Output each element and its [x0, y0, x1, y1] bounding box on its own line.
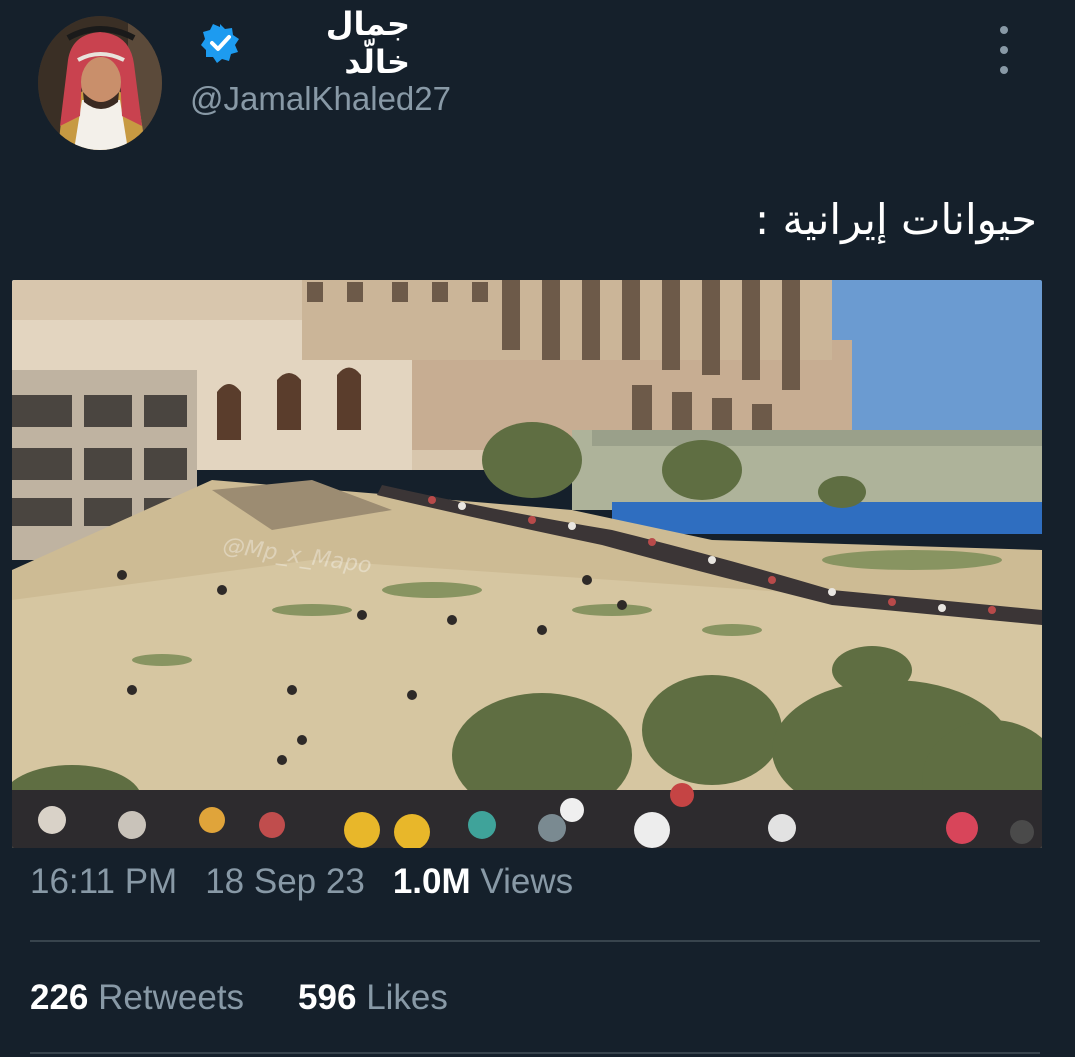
tweet-text: حيوانات إيرانية :	[755, 195, 1037, 244]
divider	[30, 1052, 1040, 1054]
more-dot	[1000, 66, 1008, 74]
more-dot	[1000, 46, 1008, 54]
tweet-date: 18 Sep 23	[205, 862, 365, 901]
verified-badge-icon	[200, 23, 240, 63]
divider	[30, 940, 1040, 942]
more-dot	[1000, 26, 1008, 34]
retweets-count: 226	[30, 978, 89, 1017]
likes-stat[interactable]: 596 Likes	[298, 978, 448, 1017]
tweet-time: 16:11 PM	[30, 862, 178, 901]
views-label[interactable]: Views	[480, 862, 573, 901]
likes-count: 596	[298, 978, 357, 1017]
author-handle[interactable]: @JamalKhaled27	[190, 80, 451, 118]
retweets-stat[interactable]: 226 Retweets	[30, 978, 244, 1017]
views-count: 1.0M	[392, 862, 471, 901]
hillside-crowd-photo: @Mp_x_Mapo	[12, 280, 1042, 848]
tweet-photo[interactable]: @Mp_x_Mapo	[12, 280, 1042, 848]
more-options-icon[interactable]	[992, 26, 1016, 74]
person-in-keffiyeh-avatar	[38, 16, 162, 150]
avatar[interactable]	[38, 16, 162, 150]
likes-label: Likes	[366, 978, 448, 1017]
author-display-name: جمال خالّد	[325, 5, 410, 81]
retweets-label: Retweets	[98, 978, 245, 1017]
author-name-row[interactable]: جمال خالّد	[200, 5, 410, 81]
tweet-meta: 16:11 PM 18 Sep 23 1.0M Views	[30, 862, 573, 902]
tweet-stats: 226 Retweets 596 Likes	[30, 978, 448, 1018]
